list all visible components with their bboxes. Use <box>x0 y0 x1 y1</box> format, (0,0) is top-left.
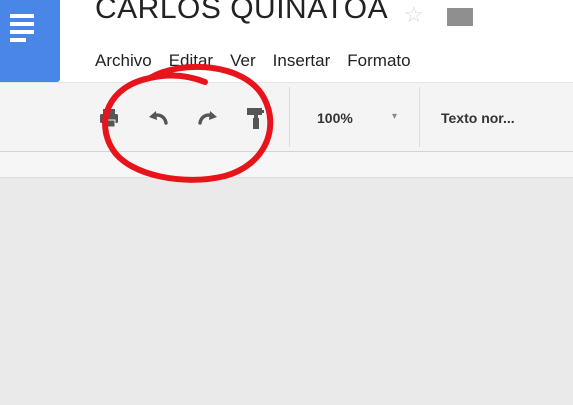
paint-format-button[interactable] <box>243 106 267 130</box>
menu-insertar[interactable]: Insertar <box>273 51 331 71</box>
toolbar: 100% ▾ Texto nor... <box>0 82 573 152</box>
redo-button[interactable] <box>196 106 220 130</box>
docs-logo-icon[interactable] <box>0 0 60 82</box>
chevron-down-icon[interactable]: ▾ <box>392 111 397 122</box>
toolbar-separator <box>419 87 420 147</box>
menubar: Archivo Editar Ver Insertar Formato <box>95 48 428 74</box>
toolbar-separator <box>289 87 290 147</box>
menu-archivo[interactable]: Archivo <box>95 51 152 71</box>
google-docs-window: CARLOS QUINATOA ☆ Archivo Editar Ver Ins… <box>0 0 573 405</box>
undo-button[interactable] <box>146 106 170 130</box>
undo-icon <box>149 111 168 125</box>
redo-icon <box>198 111 217 125</box>
zoom-select[interactable]: 100% <box>317 106 353 130</box>
print-icon <box>100 109 118 128</box>
star-icon[interactable]: ☆ <box>404 4 424 26</box>
header: CARLOS QUINATOA ☆ Archivo Editar Ver Ins… <box>0 0 573 82</box>
paragraph-style-select[interactable]: Texto nor... <box>441 106 515 130</box>
paint-format-icon <box>247 108 264 129</box>
document-title[interactable]: CARLOS QUINATOA <box>95 0 388 26</box>
folder-icon[interactable] <box>447 8 473 26</box>
print-button[interactable] <box>97 106 121 130</box>
menu-editar[interactable]: Editar <box>169 51 213 71</box>
menu-ver[interactable]: Ver <box>230 51 256 71</box>
ruler <box>0 152 573 178</box>
menu-formato[interactable]: Formato <box>347 51 410 71</box>
document-canvas[interactable] <box>0 178 573 405</box>
